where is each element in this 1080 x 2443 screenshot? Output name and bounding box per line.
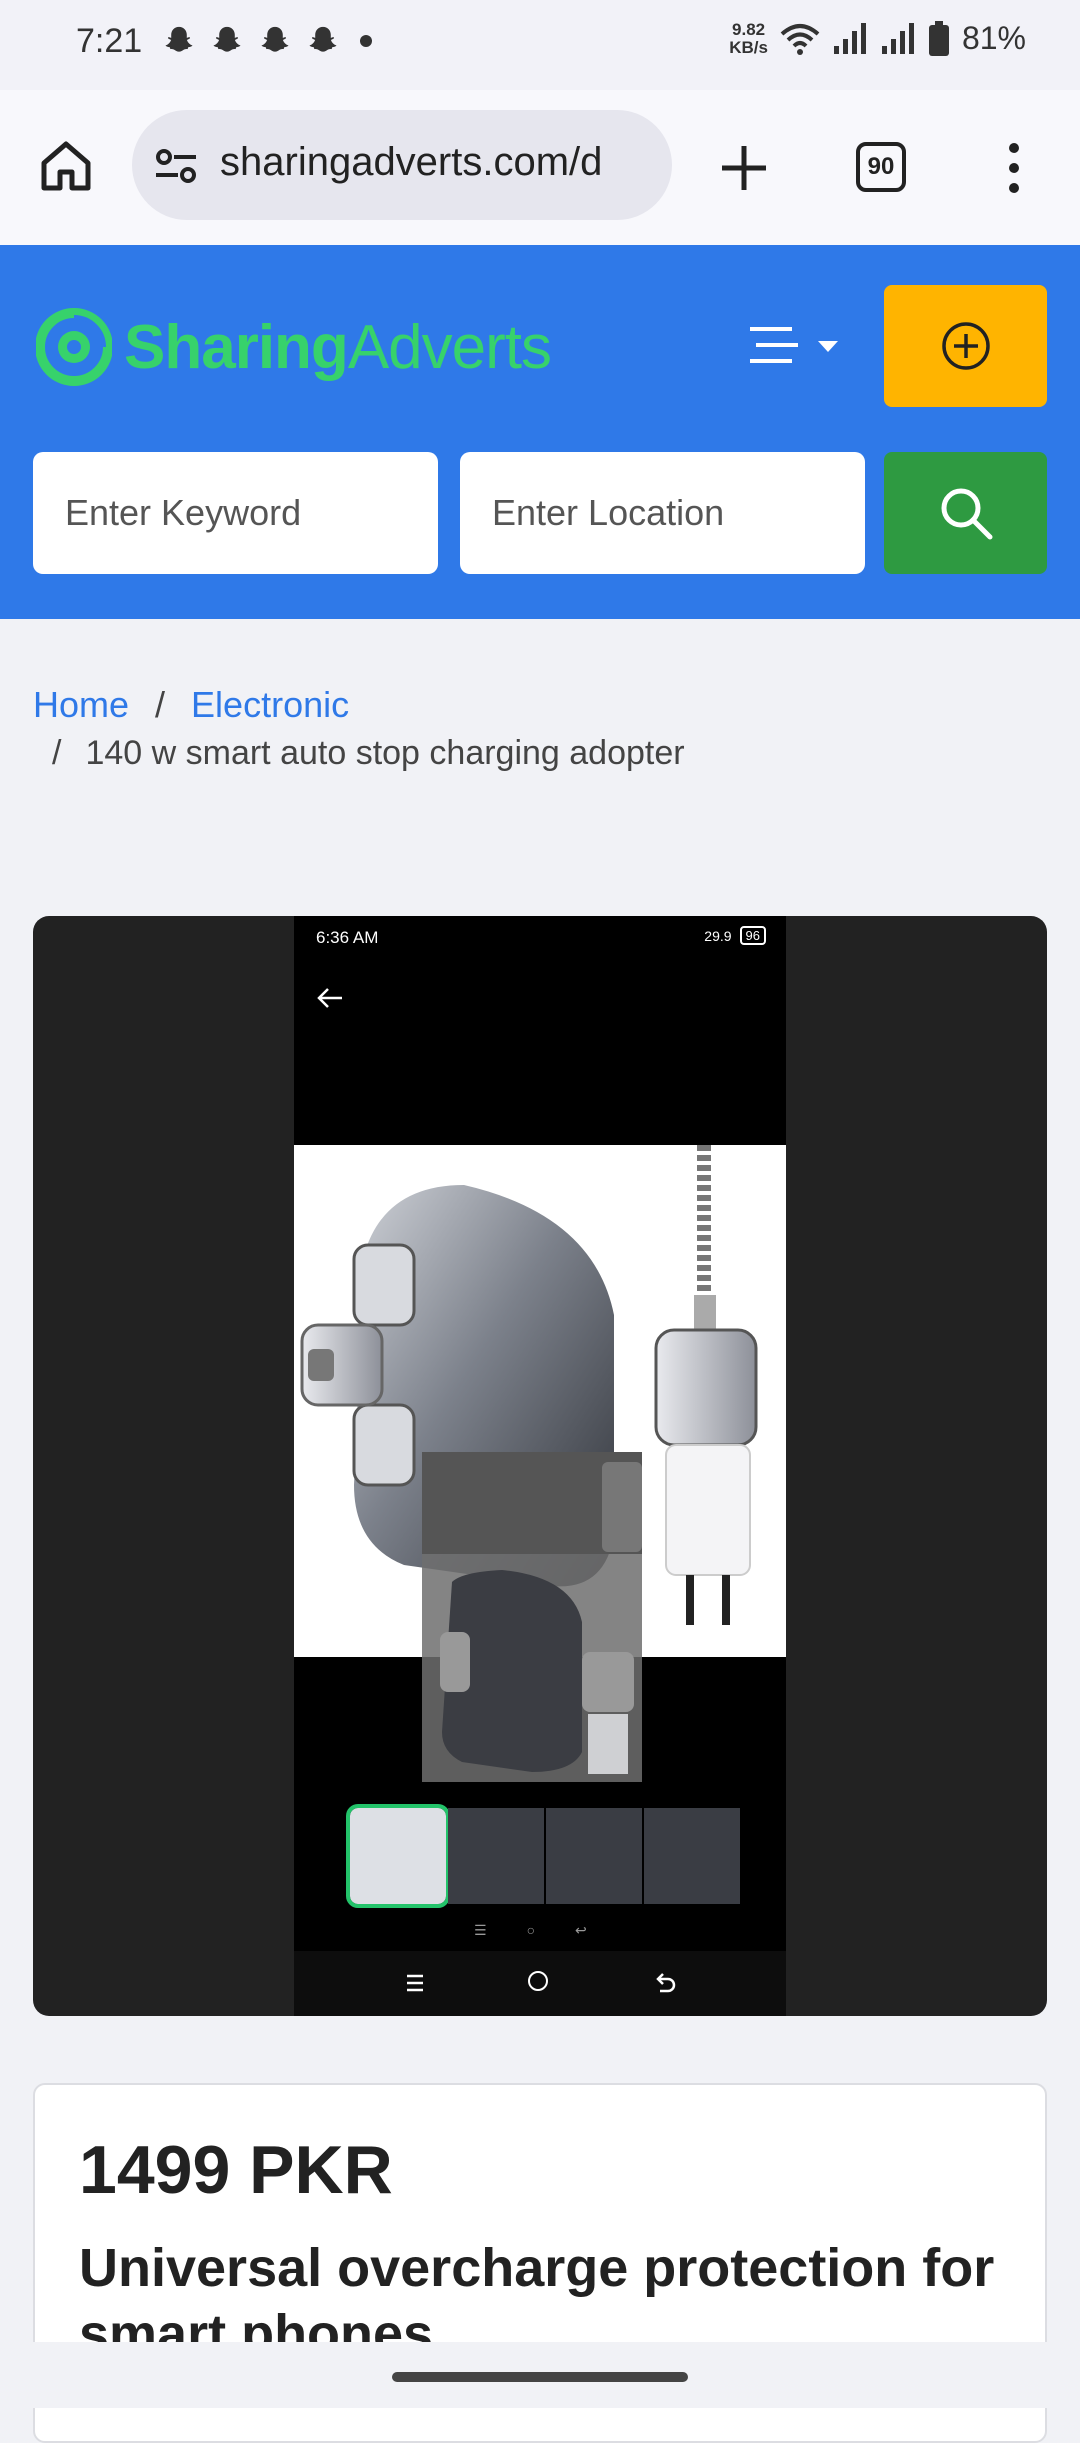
breadcrumb-separator: /: [52, 734, 62, 772]
logo-text: SharingAdverts: [124, 312, 552, 382]
post-ad-button[interactable]: [884, 285, 1047, 407]
home-icon[interactable]: [36, 136, 96, 196]
status-indicators: 9.82 KB/s 81%: [729, 20, 1026, 57]
listing-price: 1499 PKR: [79, 2132, 393, 2208]
nested-home-icon: ○: [526, 1922, 536, 1938]
keyword-input[interactable]: [33, 452, 438, 574]
address-bar[interactable]: sharingadverts.com/d: [132, 110, 672, 220]
system-status-bar: 7:21 9.82 KB/s 81%: [0, 0, 1080, 90]
signal-icon-2: [881, 22, 914, 54]
breadcrumb-category-link[interactable]: Electronic: [191, 684, 349, 725]
nested-recents-icon: ☰: [474, 1922, 487, 1938]
browser-toolbar: sharingadverts.com/d 90: [0, 90, 1080, 245]
thumbnail-strip: [346, 1804, 740, 1908]
more-notifications-dot: [360, 35, 372, 47]
listing-main-image[interactable]: 6:36 AM 29.9 96 ☰ ○ ↩: [294, 916, 786, 2016]
nested-back-icon: ↩: [575, 1922, 587, 1938]
breadcrumb-current-label: 140 w smart auto stop charging adopter: [85, 734, 685, 772]
back-arrow-icon: [317, 988, 342, 1008]
recents-icon: [407, 1974, 423, 1992]
search-button[interactable]: [884, 452, 1047, 574]
image-status-indicators: 29.9 96: [704, 926, 766, 945]
logo-mark-icon: [36, 308, 112, 386]
breadcrumb-separator: /: [155, 684, 166, 725]
site-settings-icon[interactable]: [154, 146, 198, 186]
battery-icon: [928, 20, 949, 56]
site-logo[interactable]: SharingAdverts: [36, 293, 552, 401]
battery-percentage: 81%: [961, 20, 1026, 56]
more-options-icon[interactable]: [1000, 140, 1028, 196]
status-time: 7:21: [76, 22, 143, 60]
site-header: SharingAdverts: [0, 245, 1080, 619]
thumbnail-3[interactable]: [546, 1808, 642, 1904]
nested-charger-illustration: [422, 1452, 642, 1774]
thumbnail-1[interactable]: [346, 1804, 450, 1908]
snapchat-icon: [261, 26, 289, 52]
thumbnail-2[interactable]: [448, 1808, 544, 1904]
gesture-handle[interactable]: [392, 2372, 688, 2382]
image-status-time: 6:36 AM: [316, 928, 379, 947]
nested-nav-bar: ☰ ○ ↩: [474, 1922, 587, 1939]
nested-screenshot-overlay: [422, 1452, 642, 1782]
hamburger-menu-icon[interactable]: [748, 323, 848, 369]
thumbnail-4[interactable]: [644, 1808, 740, 1904]
new-tab-icon[interactable]: [714, 138, 774, 198]
nav-back-icon: [656, 1973, 676, 1993]
breadcrumb: Home / Electronic: [33, 684, 349, 726]
search-icon: [941, 488, 992, 540]
image-nav-bar: [294, 1951, 786, 2016]
gesture-area: [0, 2342, 1080, 2408]
image-battery: 96: [739, 926, 766, 945]
listing-image-gallery[interactable]: 6:36 AM 29.9 96 ☰ ○ ↩: [33, 916, 1047, 2016]
tab-switcher-button[interactable]: 90: [856, 142, 906, 192]
network-speed: 9.82 KB/s: [729, 19, 768, 57]
nav-home-icon: [528, 1971, 548, 1991]
breadcrumb-home-link[interactable]: Home: [33, 684, 129, 725]
snapchat-icon: [165, 26, 193, 52]
snapchat-icon: [309, 26, 337, 52]
notification-icons: [162, 24, 372, 58]
breadcrumb-current: / 140 w smart auto stop charging adopter: [52, 734, 685, 773]
location-input[interactable]: [460, 452, 865, 574]
add-circle-icon: [941, 322, 990, 370]
signal-icon: [833, 22, 866, 54]
wifi-icon: [780, 23, 820, 55]
snapchat-icon: [213, 26, 241, 52]
url-text[interactable]: sharingadverts.com/d: [220, 140, 602, 185]
